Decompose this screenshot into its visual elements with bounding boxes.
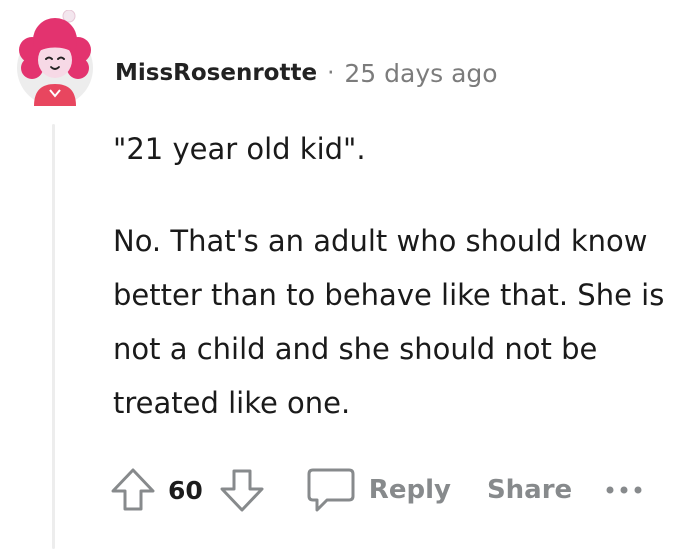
share-button[interactable]: Share [487,475,572,505]
reply-label: Reply [368,475,451,505]
username[interactable]: MissRosenrotte [115,60,317,86]
comment-header: MissRosenrotte · 25 days ago [115,55,498,91]
arrow-down-icon [220,469,264,512]
downvote-button[interactable] [217,465,267,515]
comment-actions: 60 Reply Share [108,462,644,518]
arrow-up-icon [111,468,155,511]
separator-dot: · [327,60,335,86]
avatar[interactable] [12,9,98,106]
chat-bubble-icon [307,468,355,512]
reply-button[interactable]: Reply [305,466,451,514]
vote-count: 60 [168,475,203,505]
more-options-button[interactable] [604,484,644,496]
comment-paragraph: "21 year old kid". [113,132,366,166]
comment-body: "21 year old kid". No. That's an adult w… [113,122,688,430]
upvote-button[interactable] [108,465,158,515]
ellipsis-icon [606,486,642,494]
avatar-image [17,9,93,106]
share-label: Share [486,475,573,505]
timestamp[interactable]: 25 days ago [344,59,497,88]
comment-paragraph: No. That's an adult who should know bett… [113,224,665,420]
thread-line[interactable] [52,124,55,549]
comment: MissRosenrotte · 25 days ago "21 year ol… [0,0,700,549]
